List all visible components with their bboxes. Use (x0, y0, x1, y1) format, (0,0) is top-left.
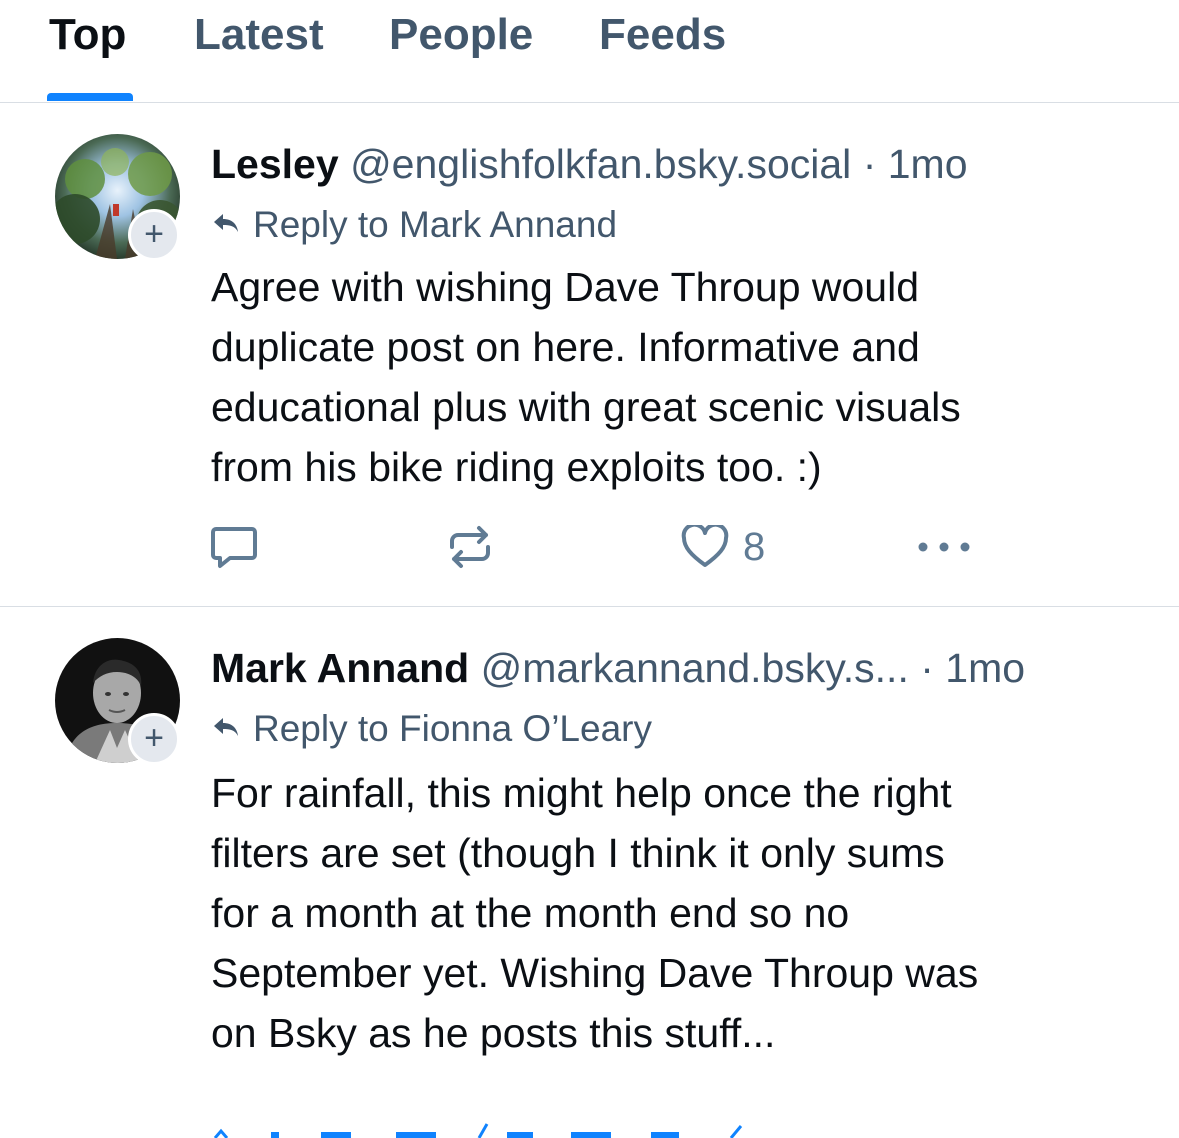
search-tabs: Top Latest People Feeds (0, 0, 1179, 103)
heart-icon (681, 525, 729, 567)
link-preview-cutoff[interactable] (211, 1122, 751, 1138)
post-text-line: educational plus with great scenic visua… (211, 384, 961, 430)
author-name[interactable]: Lesley (211, 141, 339, 187)
post-time[interactable]: · 1mo (920, 645, 1025, 691)
post-text-line: filters are set (though I think it only … (211, 830, 945, 876)
reply-to-label: Reply to Fionna O’Leary (253, 708, 652, 749)
reply-to-label: Reply to Mark Annand (253, 204, 618, 245)
tab-top[interactable]: Top (49, 10, 126, 60)
post-text-line: for a month at the month end so no (211, 890, 850, 936)
post-header: Lesley @englishfolkfan.bsky.social · 1mo (211, 140, 968, 188)
active-tab-indicator (47, 93, 133, 101)
author-handle[interactable]: @englishfolkfan.bsky.social (350, 141, 851, 187)
link-text-fragment (213, 1123, 743, 1138)
tab-latest[interactable]: Latest (194, 10, 324, 60)
follow-button[interactable]: + (128, 713, 180, 765)
like-button[interactable]: 8 (681, 517, 765, 577)
post-time[interactable]: · 1mo (863, 141, 968, 187)
post-text: Agree with wishing Dave Throup would dup… (211, 257, 1141, 497)
repost-button[interactable] (446, 517, 494, 577)
post-text-line: For rainfall, this might help once the r… (211, 770, 952, 816)
follow-button[interactable]: + (128, 209, 180, 261)
more-icon (918, 542, 970, 552)
post-text-line: from his bike riding exploits too. :) (211, 444, 822, 490)
reply-arrow-icon (214, 718, 238, 737)
post-item[interactable]: + Mark Annand @markannand.bsky.s... · 1m… (0, 607, 1179, 1137)
post-text-line: Agree with wishing Dave Throup would (211, 264, 920, 310)
reply-context[interactable]: Reply to Fionna O’Leary (211, 707, 652, 751)
author-handle[interactable]: @markannand.bsky.s... (481, 645, 909, 691)
tab-feeds[interactable]: Feeds (599, 10, 726, 60)
post-text-line: duplicate post on here. Informative and (211, 324, 920, 370)
post-text-line: on Bsky as he posts this stuff... (211, 1010, 776, 1056)
more-options-button[interactable] (917, 517, 973, 577)
plus-icon: + (144, 215, 164, 253)
post-text-line: September yet. Wishing Dave Throup was (211, 950, 979, 996)
post-header: Mark Annand @markannand.bsky.s... · 1mo (211, 644, 1025, 692)
comment-icon (211, 527, 257, 568)
post-text: For rainfall, this might help once the r… (211, 763, 1141, 1063)
author-name[interactable]: Mark Annand (211, 645, 469, 691)
post-actions: 8 (0, 517, 1179, 577)
like-count: 8 (743, 524, 766, 569)
reply-button[interactable] (210, 517, 258, 577)
post-item[interactable]: + Lesley @englishfolkfan.bsky.social · 1… (0, 103, 1179, 607)
reply-arrow-icon (214, 214, 238, 233)
tab-people[interactable]: People (389, 10, 533, 60)
plus-icon: + (144, 719, 164, 757)
reply-context[interactable]: Reply to Mark Annand (211, 203, 617, 247)
repost-icon (450, 526, 490, 568)
